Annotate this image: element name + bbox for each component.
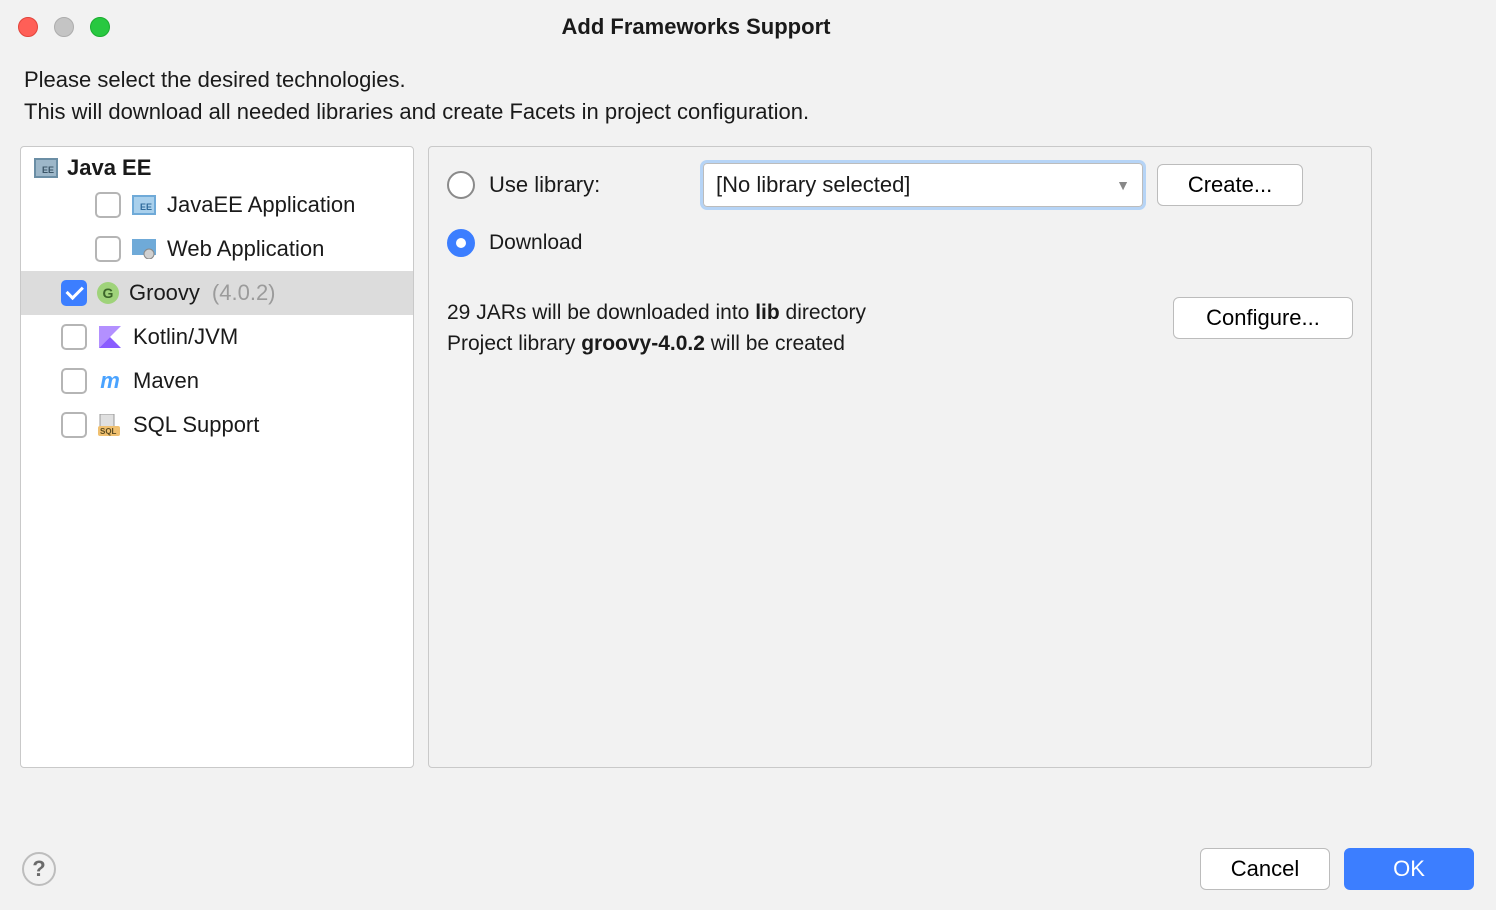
chevron-down-icon: ▼ <box>1116 177 1130 193</box>
checkbox[interactable] <box>95 192 121 218</box>
kotlin-icon <box>97 324 123 350</box>
framework-options: Use library: [No library selected] ▼ Cre… <box>428 146 1372 768</box>
tree-item-maven[interactable]: m Maven <box>21 359 413 403</box>
create-library-button[interactable]: Create... <box>1157 164 1303 206</box>
tree-header-label: Java EE <box>67 155 151 181</box>
instructions-line: Please select the desired technologies. <box>24 64 1368 96</box>
tree-item-label: Groovy <box>129 280 200 306</box>
tree-item-sql[interactable]: SQL SQL Support <box>21 403 413 447</box>
library-select[interactable]: [No library selected] ▼ <box>703 163 1143 207</box>
minimize-icon <box>54 17 74 37</box>
use-library-label: Use library: <box>489 172 689 198</box>
checkbox[interactable] <box>95 236 121 262</box>
configure-button[interactable]: Configure... <box>1173 297 1353 339</box>
use-library-radio[interactable] <box>447 171 475 199</box>
dialog-footer: ? Cancel OK <box>0 832 1496 910</box>
close-icon[interactable] <box>18 17 38 37</box>
tree-item-kotlin[interactable]: Kotlin/JVM <box>21 315 413 359</box>
download-info-text: 29 JARs will be downloaded into lib dire… <box>447 297 866 360</box>
titlebar: Add Frameworks Support <box>0 0 1392 54</box>
ok-button[interactable]: OK <box>1344 848 1474 890</box>
version-label: (4.0.2) <box>212 280 276 306</box>
download-label: Download <box>489 231 582 255</box>
web-icon <box>131 236 157 262</box>
tree-item-javaee-app[interactable]: EE JavaEE Application <box>21 183 413 227</box>
frameworks-tree[interactable]: EE Java EE EE JavaEE Application Web App… <box>20 146 414 768</box>
tree-item-label: Maven <box>133 368 199 394</box>
checkbox[interactable] <box>61 280 87 306</box>
window-controls <box>18 17 110 37</box>
help-button[interactable]: ? <box>22 852 56 886</box>
tree-group-header[interactable]: EE Java EE <box>21 153 413 183</box>
maven-icon: m <box>97 368 123 394</box>
download-radio[interactable] <box>447 229 475 257</box>
checkbox[interactable] <box>61 368 87 394</box>
groovy-icon: G <box>97 282 119 304</box>
instructions: Please select the desired technologies. … <box>0 54 1392 146</box>
checkbox[interactable] <box>61 412 87 438</box>
tree-item-label: SQL Support <box>133 412 259 438</box>
window-title: Add Frameworks Support <box>0 14 1392 40</box>
module-icon: EE <box>131 192 157 218</box>
svg-text:EE: EE <box>140 202 152 212</box>
combo-value: [No library selected] <box>716 172 910 198</box>
tree-item-label: Kotlin/JVM <box>133 324 238 350</box>
cancel-button[interactable]: Cancel <box>1200 848 1330 890</box>
tree-item-label: JavaEE Application <box>167 192 355 218</box>
svg-text:EE: EE <box>42 165 54 175</box>
checkbox[interactable] <box>61 324 87 350</box>
tree-item-groovy[interactable]: G Groovy (4.0.2) <box>21 271 413 315</box>
sql-icon: SQL <box>97 412 123 438</box>
tree-item-label: Web Application <box>167 236 324 262</box>
javaee-icon: EE <box>33 155 59 181</box>
tree-item-web-app[interactable]: Web Application <box>21 227 413 271</box>
maximize-icon[interactable] <box>90 17 110 37</box>
instructions-line: This will download all needed libraries … <box>24 96 1368 128</box>
svg-text:SQL: SQL <box>100 427 117 436</box>
